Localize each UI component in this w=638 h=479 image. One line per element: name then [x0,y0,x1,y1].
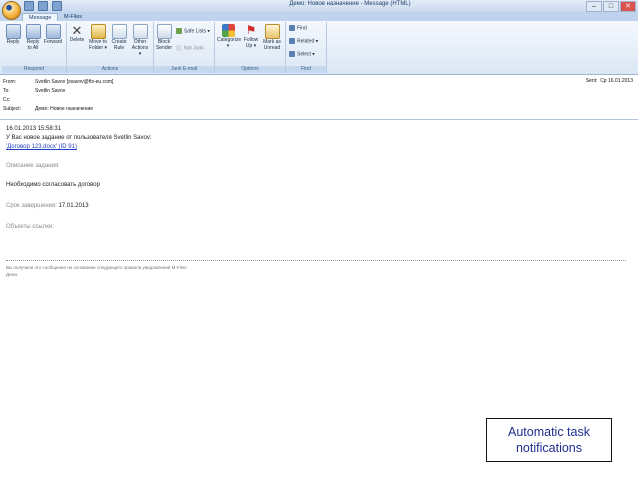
deadline-label: Срок завершения: [6,203,57,209]
ribbon-tabs: Message M-Files [0,12,638,22]
move-to-folder-button[interactable]: Move to Folder ▾ [88,24,108,51]
to-value[interactable]: Svetlin Savov [35,88,65,94]
create-rule-button[interactable]: Create Rule [109,24,129,51]
sent-label: Sent: [585,78,598,84]
not-junk-button[interactable]: Not Junk [176,45,204,51]
move-folder-icon [90,24,106,39]
select-icon [289,51,295,57]
sent-info: Sent: Ср 16.01.2013 [586,78,633,84]
mark-as-unread-button[interactable]: Mark as Unread [262,24,282,51]
message-header: From: Svetlin Savov [ssavov@fts-eu.com] T… [0,75,638,120]
minimize-button[interactable]: – [586,1,602,12]
group-label-find: Find [286,66,326,73]
redo-icon[interactable] [52,1,62,11]
body-timestamp: 16.01.2013 15:58:31 [6,126,62,132]
related-button[interactable]: Related ▾ [289,38,318,44]
other-actions-icon [132,24,148,39]
divider [6,260,626,261]
delete-icon: ✕ [71,23,83,38]
subject-value: Демо: Новое назначение [35,106,94,112]
callout-text: Automatic task notifications [508,425,590,455]
select-button[interactable]: Select ▾ [289,51,315,57]
to-row: To: Svetlin Savov [3,88,65,94]
group-label-actions: Actions [67,66,153,73]
undo-icon[interactable] [38,1,48,11]
create-rule-icon [111,24,127,39]
footer-rule-note: Вы получили это сообщение на основании с… [6,265,188,270]
from-value[interactable]: Svetlin Savov [ssavov@fts-eu.com] [35,79,113,85]
description-value: Необходимо согласовать договор [6,182,100,188]
document-link[interactable]: 'Договор 123.docx' (ID 91) [6,144,77,150]
save-icon[interactable] [24,1,34,11]
group-respond: Reply Reply to All Forward Respond [2,22,67,73]
description-label: Описание задания: [6,163,60,169]
annotation-callout: Automatic task notifications [486,418,612,462]
office-button[interactable]: ⬢ [2,1,21,20]
window-controls: – □ ✕ [586,1,636,12]
maximize-button[interactable]: □ [603,1,619,12]
reply-button[interactable]: Reply [3,24,23,45]
body-intro: У Вас новое задание от пользователя Svet… [6,135,152,141]
sent-value: Ср 16.01.2013 [600,78,633,84]
reply-all-button[interactable]: Reply to All [23,24,43,51]
from-row: From: Svetlin Savov [ssavov@fts-eu.com] [3,79,113,85]
ribbon: Reply Reply to All Forward Respond ✕ Del… [0,21,638,75]
related-icon [289,38,295,44]
close-button[interactable]: ✕ [620,1,636,12]
cc-label: Cc: [3,97,11,103]
categorize-button[interactable]: Categorize ▾ [217,24,241,49]
group-options: Categorize ▾ ⚑ Follow Up ▾ Mark as Unrea… [215,22,286,73]
categorize-icon [221,24,235,37]
tab-m-files[interactable]: M-Files [58,13,88,21]
reply-all-icon [25,24,41,39]
group-label-respond: Respond [2,66,66,73]
follow-up-icon: ⚑ [245,23,257,37]
reply-icon [5,24,21,39]
block-sender-button[interactable]: Block Sender [154,24,174,51]
block-sender-icon [156,24,172,39]
to-label: To: [3,88,10,94]
not-junk-icon [176,45,182,51]
objects-label: Объекты ссылки: [6,224,54,230]
from-label: From: [3,79,17,85]
group-find: Find Related ▾ Select ▾ Find [286,22,327,73]
window-title: Демо: Новое назначение - Message (HTML) [289,1,411,7]
group-label-options: Options [215,66,285,73]
deadline-row: Срок завершения: 17.01.2013 [6,203,89,209]
deadline-value: 17.01.2013 [58,203,89,209]
forward-icon [45,24,61,39]
forward-button[interactable]: Forward [43,24,63,45]
other-actions-button[interactable]: Other Actions ▾ [130,24,150,57]
find-icon [289,25,295,31]
mark-unread-icon [264,24,280,39]
subject-row: Subject: Демо: Новое назначение [3,106,93,112]
subject-label: Subject: [3,106,22,112]
cc-row: Cc: [3,97,35,103]
group-actions: ✕ Delete Move to Folder ▾ Create Rule Ot… [67,22,154,73]
footer-rule-name: Демо: [6,272,19,277]
delete-button[interactable]: ✕ Delete [67,24,87,43]
group-junk-email: Block Sender Safe Lists ▾ Not Junk Junk … [154,22,215,73]
group-label-junk-email: Junk E-mail [154,66,214,73]
safe-lists-icon [176,28,182,34]
safe-lists-button[interactable]: Safe Lists ▾ [176,28,210,34]
follow-up-button[interactable]: ⚑ Follow Up ▾ [241,23,261,50]
find-button[interactable]: Find [289,25,307,31]
quick-access-toolbar [24,1,62,11]
